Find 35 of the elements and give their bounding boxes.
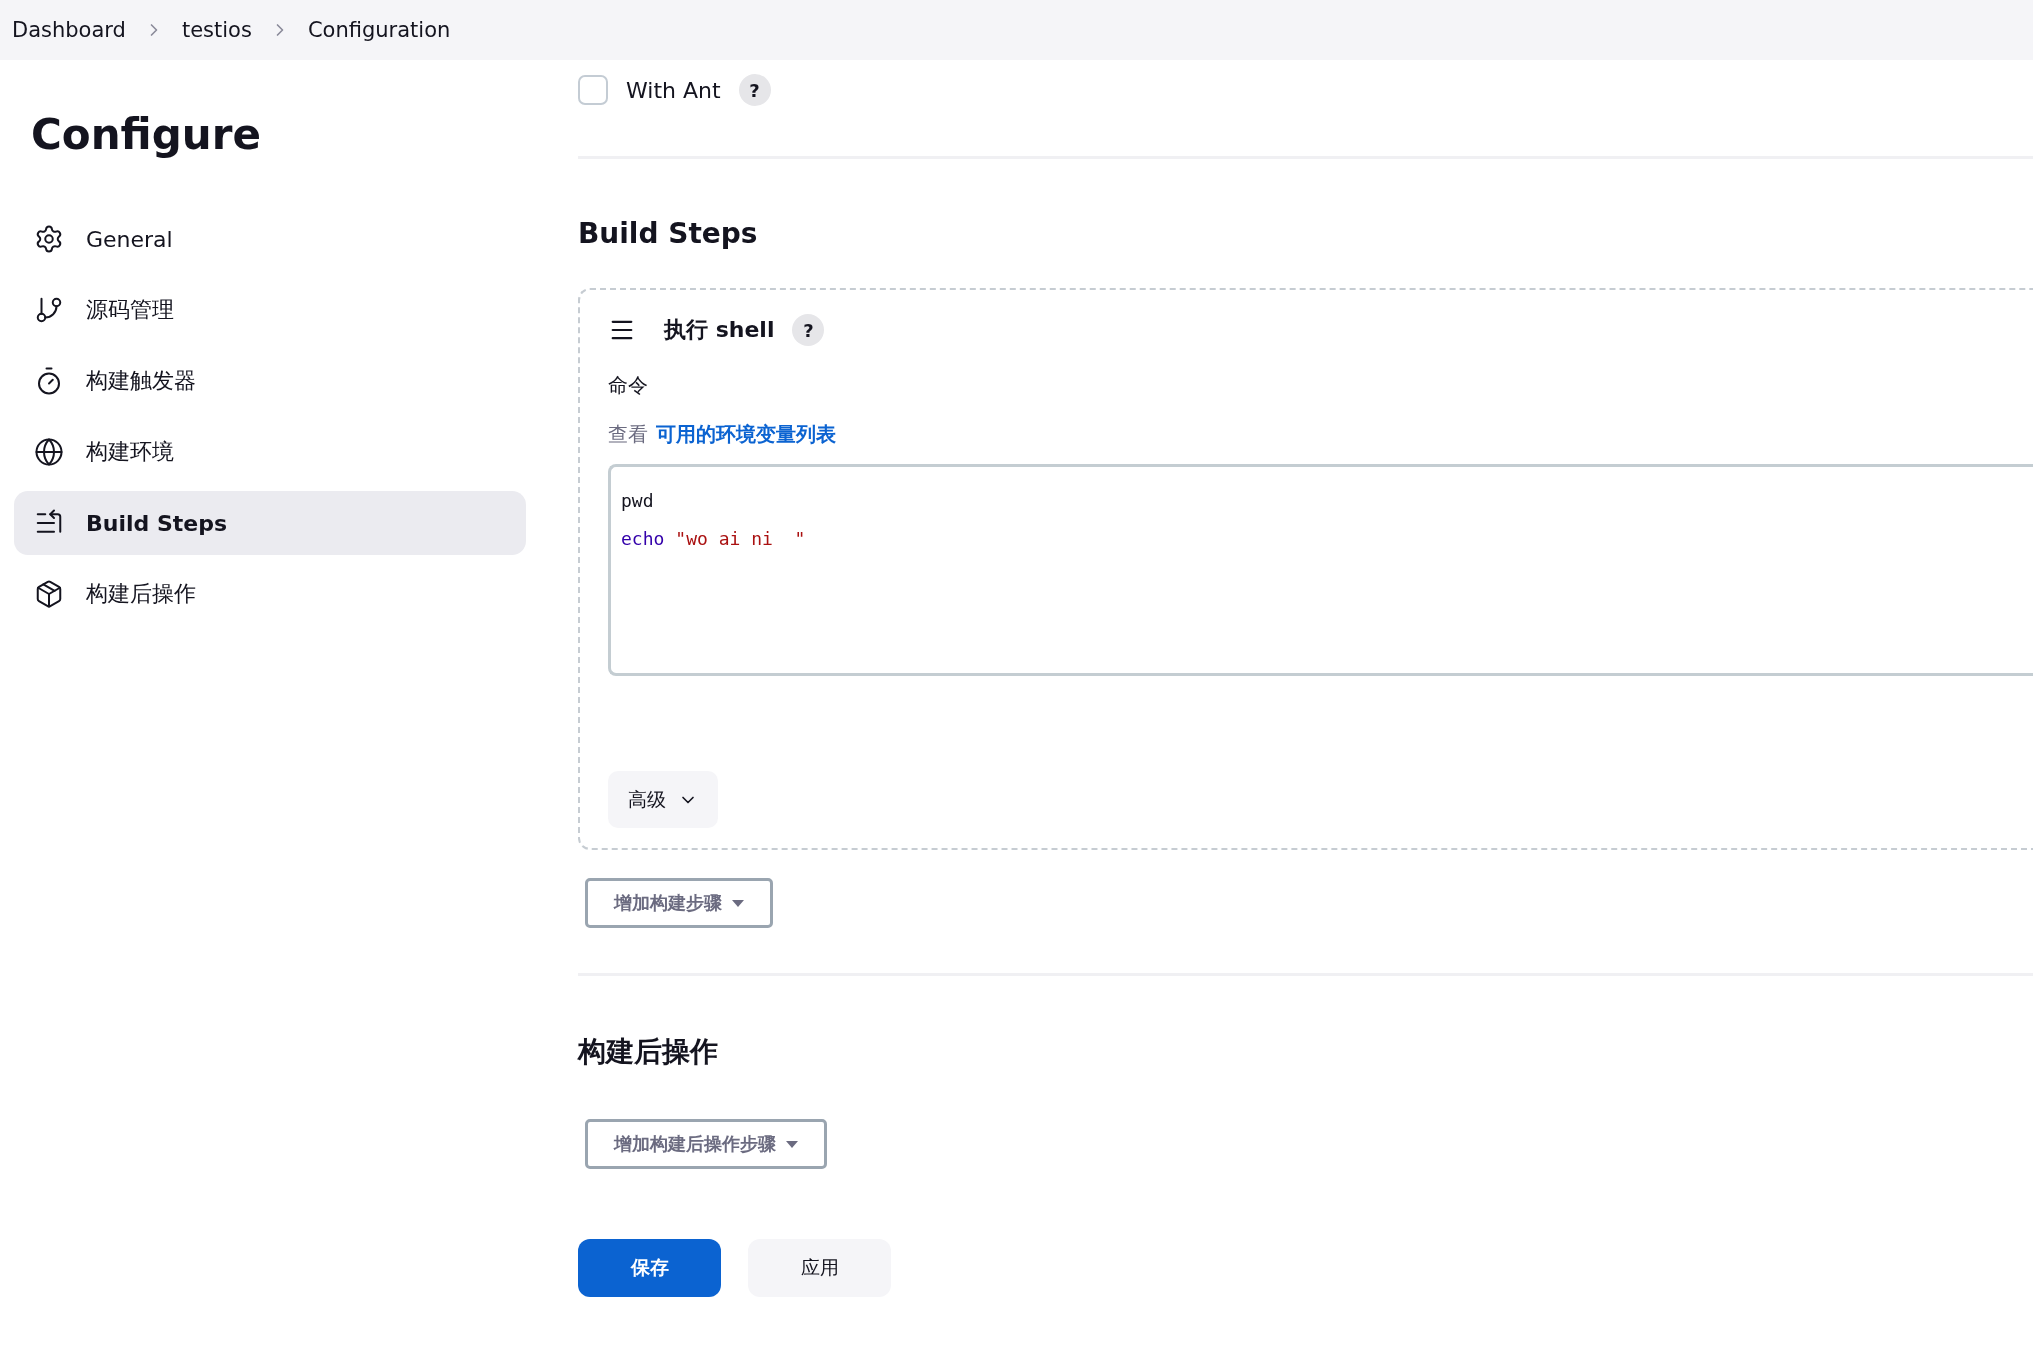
code-token: echo: [621, 527, 665, 549]
step-title: 执行 shell: [664, 316, 775, 344]
breadcrumb-link[interactable]: Configuration: [307, 18, 451, 42]
checkbox[interactable]: [578, 75, 608, 105]
settings-icon: [34, 224, 64, 254]
caret-icon: [786, 1140, 798, 1148]
sidebar-item[interactable]: 构建触发器: [14, 349, 526, 413]
field-label: 命令: [608, 372, 649, 399]
code-token: pwd: [621, 489, 654, 511]
code-editor[interactable]: pwd echo "wo ai ni ": [608, 464, 2033, 676]
globe-icon: [34, 437, 64, 467]
sidebar-item[interactable]: Build Steps: [14, 491, 526, 555]
sidebar-item[interactable]: 源码管理: [14, 278, 526, 342]
section-heading: 构建后操作: [578, 1034, 719, 1070]
checkbox-label: With Ant: [626, 77, 721, 103]
breadcrumb-link[interactable]: testios: [181, 18, 252, 42]
breadcrumb-link[interactable]: Dashboard: [12, 18, 126, 42]
save-button[interactable]: 保存: [578, 1239, 721, 1297]
hint-text: 查看: [608, 421, 648, 448]
sidebar-item[interactable]: 构建环境: [14, 420, 526, 484]
env-vars-link[interactable]: 可用的环境变量列表: [656, 421, 836, 448]
sidebar-item[interactable]: 构建后操作: [14, 562, 526, 626]
branch-icon: [34, 295, 64, 325]
help-button[interactable]: ?: [738, 74, 771, 106]
advanced-button[interactable]: 高级: [608, 771, 718, 828]
code-token: "wo ai ni ": [675, 527, 806, 549]
package-icon: [34, 579, 64, 609]
help-button[interactable]: ?: [792, 314, 825, 346]
apply-button[interactable]: 应用: [748, 1239, 891, 1297]
page-title: Configure: [31, 110, 262, 159]
sidebar-item[interactable]: General: [14, 207, 526, 271]
section-heading: Build Steps: [578, 217, 759, 250]
add-post-build-button[interactable]: 增加构建后操作步骤: [585, 1119, 827, 1169]
caret-icon: [732, 899, 744, 907]
add-build-step-button[interactable]: 增加构建步骤: [585, 878, 773, 928]
